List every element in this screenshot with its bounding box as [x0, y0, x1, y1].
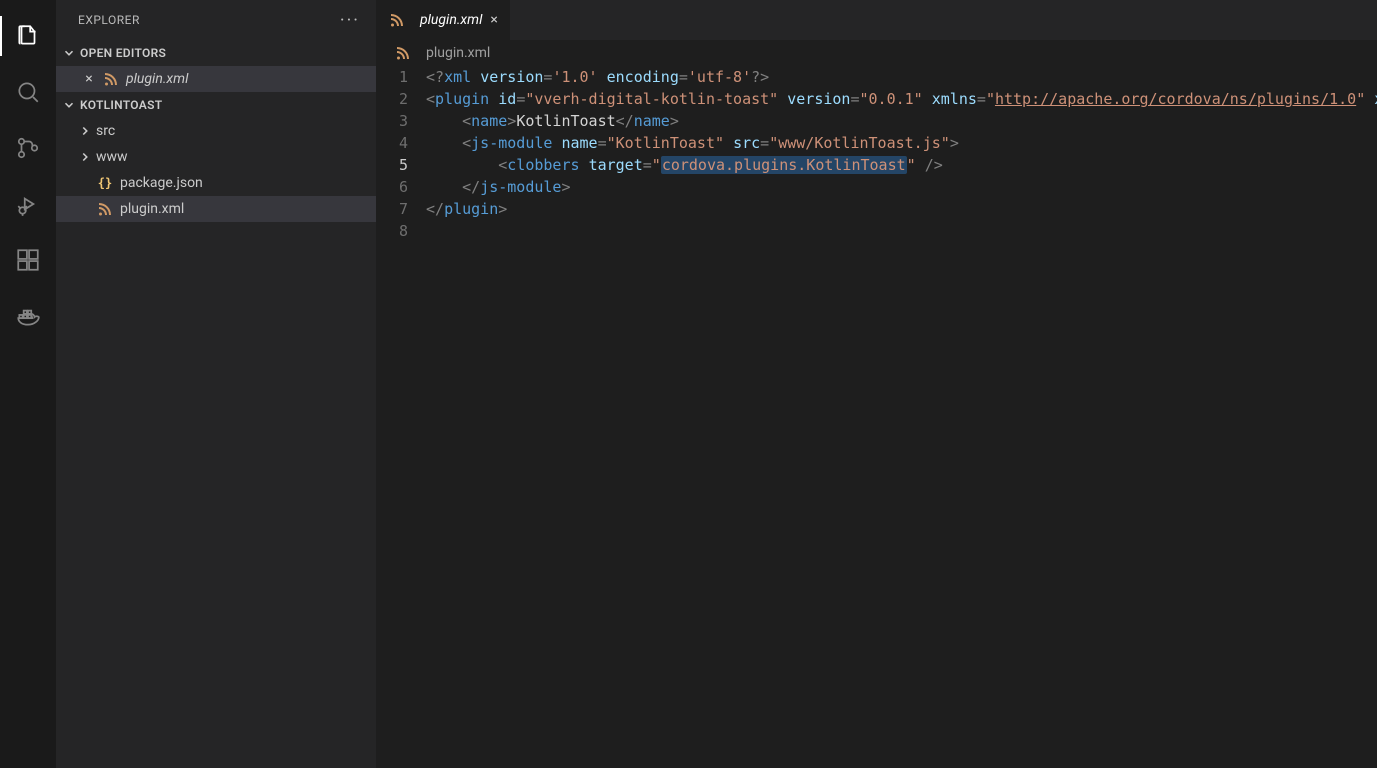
open-editors-header[interactable]: OPEN EDITORS: [56, 40, 376, 66]
json-file-icon: {}: [96, 176, 114, 190]
tree-item-label: www: [96, 149, 128, 165]
breadcrumb-file: plugin.xml: [426, 45, 490, 61]
explorer-title: EXPLORER: [78, 13, 140, 27]
activity-explorer[interactable]: [0, 8, 56, 64]
activity-source-control[interactable]: [0, 120, 56, 176]
files-icon: [15, 23, 41, 49]
close-icon[interactable]: ×: [490, 12, 497, 28]
debug-icon: [15, 191, 41, 217]
xml-file-icon: [394, 45, 412, 61]
code-editor[interactable]: 12345678 <?xml version='1.0' encoding='u…: [376, 66, 1377, 768]
open-editor-label: plugin.xml: [126, 71, 188, 87]
activity-search[interactable]: [0, 64, 56, 120]
tab-plugin-xml[interactable]: plugin.xml ×: [376, 0, 511, 40]
chevron-right-icon: [78, 150, 94, 164]
docker-icon: [15, 303, 41, 329]
extensions-icon: [15, 247, 41, 273]
tab-label: plugin.xml: [420, 12, 482, 28]
open-editor-item[interactable]: × plugin.xml: [56, 66, 376, 92]
tree-item-label: plugin.xml: [120, 201, 184, 217]
file-tree: src www {} package.json plugin.xml: [56, 118, 376, 222]
editor-area: plugin.xml × plugin.xml 12345678 <?xml v…: [376, 0, 1377, 768]
open-editors-label: OPEN EDITORS: [80, 46, 166, 60]
source-control-icon: [15, 135, 41, 161]
file-item[interactable]: plugin.xml: [56, 196, 376, 222]
chevron-down-icon: [62, 46, 76, 60]
explorer-more-button[interactable]: ···: [340, 10, 360, 31]
folder-item[interactable]: www: [56, 144, 376, 170]
line-number-gutter: 12345678: [376, 66, 426, 768]
sidebar: EXPLORER ··· OPEN EDITORS × plugin.xml KO…: [56, 0, 376, 768]
tree-item-label: src: [96, 123, 115, 139]
tree-item-label: package.json: [120, 175, 203, 191]
activity-bar: [0, 0, 56, 768]
breadcrumb[interactable]: plugin.xml: [376, 40, 1377, 66]
search-icon: [15, 79, 41, 105]
xml-file-icon: [102, 71, 120, 87]
chevron-down-icon: [62, 98, 76, 112]
tabs-bar: plugin.xml ×: [376, 0, 1377, 40]
folder-item[interactable]: src: [56, 118, 376, 144]
chevron-right-icon: [78, 124, 94, 138]
activity-debug[interactable]: [0, 176, 56, 232]
sidebar-header: EXPLORER ···: [56, 0, 376, 40]
xml-file-icon: [96, 201, 114, 217]
code-content[interactable]: <?xml version='1.0' encoding='utf-8'?><p…: [426, 66, 1377, 768]
file-item[interactable]: {} package.json: [56, 170, 376, 196]
workspace-name: KOTLINTOAST: [80, 98, 162, 112]
workspace-header[interactable]: KOTLINTOAST: [56, 92, 376, 118]
close-icon[interactable]: ×: [80, 71, 98, 87]
activity-extensions[interactable]: [0, 232, 56, 288]
open-editors-list: × plugin.xml: [56, 66, 376, 92]
xml-file-icon: [388, 12, 406, 28]
activity-docker[interactable]: [0, 288, 56, 344]
